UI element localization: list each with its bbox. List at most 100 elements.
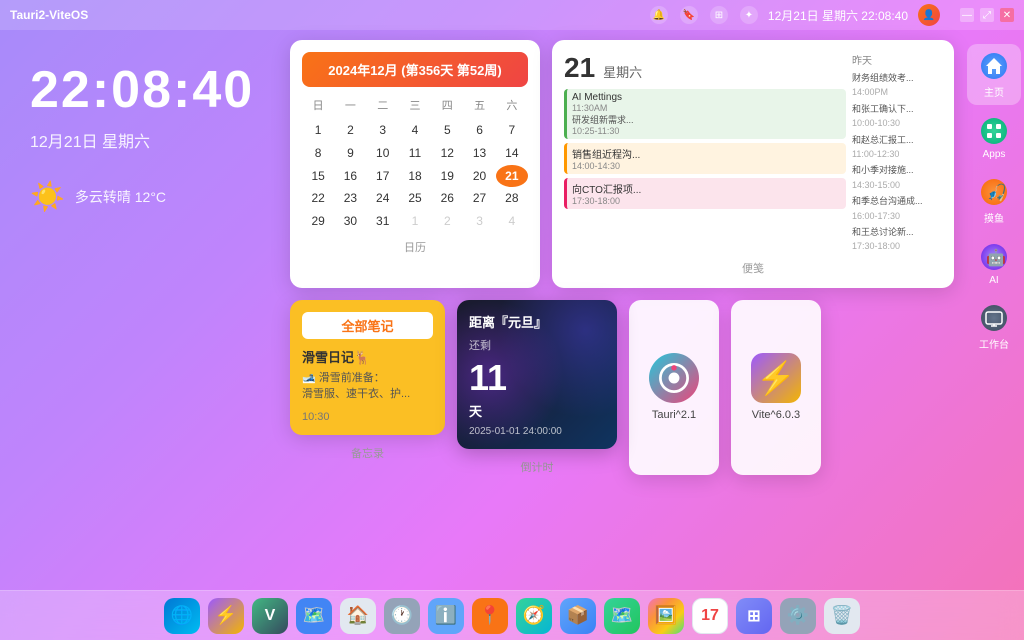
calendar-day-1[interactable]: 1 [302,119,334,142]
calendar-day-1[interactable]: 1 [399,210,431,233]
taskbar-vue[interactable]: V [252,598,288,634]
taskbar-system-prefs[interactable]: ⚙️ [780,598,816,634]
taskbar-appstore[interactable]: 📦 [560,598,596,634]
grid-icon[interactable]: ⊞ [710,6,728,24]
sticky-yesterday: 昨天 [852,52,942,67]
trash-icon: 🗑️ [831,605,853,626]
calendar-day-22[interactable]: 22 [302,187,334,210]
taskbar-maps[interactable]: 🗺️ [296,598,332,634]
titlebar-icons: 🔔 🔖 ⊞ ✦ [650,6,758,24]
sidebar-fishing-label: 摸鱼 [984,210,1004,225]
calendar-day-16[interactable]: 16 [334,165,366,188]
calendar-day-5[interactable]: 5 [431,119,463,142]
taskbar-safari[interactable]: 🧭 [516,598,552,634]
calendar-day-4[interactable]: 4 [496,210,528,233]
taskbar-home[interactable]: 🏠 [340,598,376,634]
maximize-button[interactable]: ⤢ [980,8,994,22]
weekday-tue: 二 [367,95,399,115]
calendar-day-14[interactable]: 14 [496,142,528,165]
countdown-number: 11 [469,357,605,399]
clock-icon: 🕐 [391,605,413,626]
taskbar-launchpad[interactable]: ⊞ [736,598,772,634]
close-button[interactable]: ✕ [1000,8,1014,22]
event-ai-meetings[interactable]: AI Mettings 11:30AM 研发组新需求... 10:25-11:3… [564,89,846,139]
taskbar-edge[interactable]: 🌐 [164,598,200,634]
sticky-events-right: 财务组绩效考...14:00PM 和张工确认下...10:00-10:30 和赵… [852,71,942,254]
calendar-days: 1234567891011121314151617181920212223242… [302,119,528,233]
vite-app-widget[interactable]: ⚡ Vite^6.0.3 [731,300,821,475]
taskbar-info[interactable]: ℹ️ [428,598,464,634]
minimize-button[interactable]: — [960,8,974,22]
weekday-thu: 四 [431,95,463,115]
event-time-3: 17:30-18:00 [572,196,841,206]
calendar-day-6[interactable]: 6 [463,119,495,142]
taskbar-location[interactable]: 📍 [472,598,508,634]
calendar-day-18[interactable]: 18 [399,165,431,188]
calendar-day-2[interactable]: 2 [334,119,366,142]
calendar-day-21-today[interactable]: 21 [496,165,528,188]
memo-content: 🎿 滑雪前准备：滑雪服、速干衣、护... [302,370,433,403]
calendar-day-28[interactable]: 28 [496,187,528,210]
event-cto[interactable]: 向CTO汇报项... 17:30-18:00 [564,178,846,209]
taskbar-photos[interactable]: 🖼️ [648,598,684,634]
sidebar-item-workbench[interactable]: 工作台 [967,296,1021,357]
sidebar-item-apps[interactable]: Apps [967,109,1021,166]
calendar-day-11[interactable]: 11 [399,142,431,165]
calendar-day-30[interactable]: 30 [334,210,366,233]
calendar-day-12[interactable]: 12 [431,142,463,165]
taskbar-vite[interactable]: ⚡ [208,598,244,634]
right-event-4: 和小季对接施...14:30-15:00 [852,163,942,192]
taskbar-maps2[interactable]: 🗺️ [604,598,640,634]
sidebar-item-ai[interactable]: 🤖 AI [967,235,1021,292]
countdown-widget[interactable]: 距离『元旦』 还剩 11 天 2025-01-01 24:00:00 [457,300,617,449]
sticky-date: 21 [564,52,595,84]
calendar-day-29[interactable]: 29 [302,210,334,233]
clock-display: 22:08:40 [30,60,250,120]
calendar-day-15[interactable]: 15 [302,165,334,188]
sticky-right: 昨天 财务组绩效考...14:00PM 和张工确认下...10:00-10:30… [852,52,942,254]
calendar-day-4[interactable]: 4 [399,119,431,142]
star-icon[interactable]: ✦ [740,6,758,24]
taskbar-calendar[interactable]: 17 [692,598,728,634]
bookmark-icon[interactable]: 🔖 [680,6,698,24]
calendar-day-19[interactable]: 19 [431,165,463,188]
right-event-6: 和王总讨论新...17:30-18:00 [852,225,942,254]
sticky-widget: 21 星期六 AI Mettings 11:30AM 研发组新需求... 10:… [552,40,954,288]
memo-widget[interactable]: 全部笔记 滑雪日记🦌 🎿 滑雪前准备：滑雪服、速干衣、护... 10:30 [290,300,445,435]
weather-icon: ☀️ [30,180,65,213]
taskbar-clock[interactable]: 🕐 [384,598,420,634]
taskbar: 🌐 ⚡ V 🗺️ 🏠 🕐 ℹ️ 📍 🧭 📦 🗺️ 🖼️ 17 ⊞ ⚙️ 🗑️ [0,590,1024,640]
vite-app-name: Vite^6.0.3 [752,409,800,421]
calendar-day-10[interactable]: 10 [367,142,399,165]
calendar-day-26[interactable]: 26 [431,187,463,210]
svg-text:🤖: 🤖 [986,248,1006,267]
tauri-app-widget[interactable]: Tauri^2.1 [629,300,719,475]
calendar-day-23[interactable]: 23 [334,187,366,210]
calendar-day-13[interactable]: 13 [463,142,495,165]
tauri-app-name: Tauri^2.1 [652,409,696,421]
calendar-day-25[interactable]: 25 [399,187,431,210]
ai-icon: 🤖 [978,241,1010,273]
calendar-day-7[interactable]: 7 [496,119,528,142]
calendar-day-3[interactable]: 3 [463,210,495,233]
event-time-1: 11:30AM [572,103,841,113]
calendar-day-2[interactable]: 2 [431,210,463,233]
taskbar-trash[interactable]: 🗑️ [824,598,860,634]
countdown-days-label: 天 [469,401,605,420]
calendar-day-20[interactable]: 20 [463,165,495,188]
weather-text: 多云转晴 12°C [75,187,166,207]
event-sales[interactable]: 销售组近程沟... 14:00-14:30 [564,143,846,174]
tauri-icon [649,353,699,403]
calendar-day-3[interactable]: 3 [367,119,399,142]
date-display: 12月21日 星期六 [30,128,250,152]
calendar-day-17[interactable]: 17 [367,165,399,188]
sidebar-item-fishing[interactable]: 🎣 摸鱼 [967,170,1021,231]
calendar-day-9[interactable]: 9 [334,142,366,165]
calendar-day-27[interactable]: 27 [463,187,495,210]
calendar-day-8[interactable]: 8 [302,142,334,165]
calendar-day-24[interactable]: 24 [367,187,399,210]
notification-icon[interactable]: 🔔 [650,6,668,24]
sidebar-item-home[interactable]: 主页 [967,44,1021,105]
calendar-day-31[interactable]: 31 [367,210,399,233]
avatar[interactable]: 👤 [918,4,940,26]
